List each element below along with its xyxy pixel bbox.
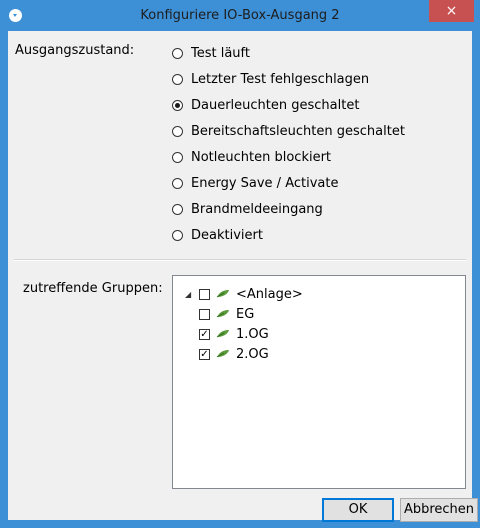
expand-arrow-icon[interactable]: ◢ (185, 290, 193, 299)
radio-label: Bereitschaftsleuchten geschaltet (191, 123, 405, 139)
radio-deactivated[interactable]: Deaktiviert (172, 225, 263, 245)
leaf-icon (216, 330, 229, 338)
groups-tree[interactable]: ◢ <Anlage> EG ✓ 1.OG ✓ 2.OG (172, 275, 466, 489)
radio-button[interactable] (172, 73, 183, 85)
ok-button[interactable]: OK (322, 498, 394, 522)
checkbox-checked[interactable]: ✓ (199, 328, 210, 340)
radio-label: Letzter Test fehlgeschlagen (191, 71, 370, 87)
radio-button[interactable] (172, 229, 183, 241)
dialog-window: Konfiguriere IO-Box-Ausgang 2 × Ausgangs… (0, 0, 480, 528)
checkbox[interactable] (199, 288, 210, 300)
tree-label: 1.OG (236, 326, 269, 342)
radio-last-test-failed[interactable]: Letzter Test fehlgeschlagen (172, 69, 369, 89)
tree-label: <Anlage> (236, 286, 303, 302)
radio-button[interactable] (172, 203, 183, 215)
leaf-icon (216, 310, 229, 318)
leaf-icon (216, 350, 229, 358)
radio-button[interactable] (172, 47, 183, 59)
radio-label: Dauerleuchten geschaltet (191, 97, 360, 113)
radio-button-selected[interactable] (172, 99, 183, 111)
radio-energy-save[interactable]: Energy Save / Activate (172, 173, 338, 193)
tree-node-2og[interactable]: ✓ 2.OG (199, 344, 269, 364)
output-state-label: Ausgangszustand: (15, 43, 135, 58)
radio-button[interactable] (172, 151, 183, 163)
radio-continuous-light[interactable]: Dauerleuchten geschaltet (172, 95, 359, 115)
title-bar[interactable]: Konfiguriere IO-Box-Ausgang 2 × (0, 0, 480, 31)
separator (14, 259, 466, 261)
radio-label: Test läuft (191, 45, 250, 61)
checkbox[interactable] (199, 308, 210, 320)
tree-label: 2.OG (236, 346, 269, 362)
cancel-button[interactable]: Abbrechen (400, 498, 478, 522)
dialog-content: Ausgangszustand: Test läuft Letzter Test… (8, 31, 478, 522)
radio-standby-light[interactable]: Bereitschaftsleuchten geschaltet (172, 121, 405, 141)
radio-test-running[interactable]: Test läuft (172, 43, 250, 63)
tree-node-1og[interactable]: ✓ 1.OG (199, 324, 269, 344)
leaf-icon (216, 290, 229, 298)
radio-fire-alarm-input[interactable]: Brandmeldeeingang (172, 199, 323, 219)
radio-button[interactable] (172, 125, 183, 137)
radio-label: Brandmeldeeingang (191, 201, 323, 217)
radio-label: Deaktiviert (191, 227, 263, 243)
tree-node-anlage[interactable]: ◢ <Anlage> (185, 284, 303, 304)
tree-label: EG (236, 306, 255, 322)
checkbox-checked[interactable]: ✓ (199, 348, 210, 360)
tree-node-eg[interactable]: EG (199, 304, 254, 324)
radio-emergency-blocked[interactable]: Notleuchten blockiert (172, 147, 331, 167)
radio-button[interactable] (172, 177, 183, 189)
window-title: Konfiguriere IO-Box-Ausgang 2 (140, 8, 340, 23)
radio-label: Energy Save / Activate (191, 175, 339, 191)
groups-label: zutreffende Gruppen: (23, 281, 163, 296)
close-button[interactable]: × (429, 0, 474, 22)
radio-label: Notleuchten blockiert (191, 149, 332, 165)
